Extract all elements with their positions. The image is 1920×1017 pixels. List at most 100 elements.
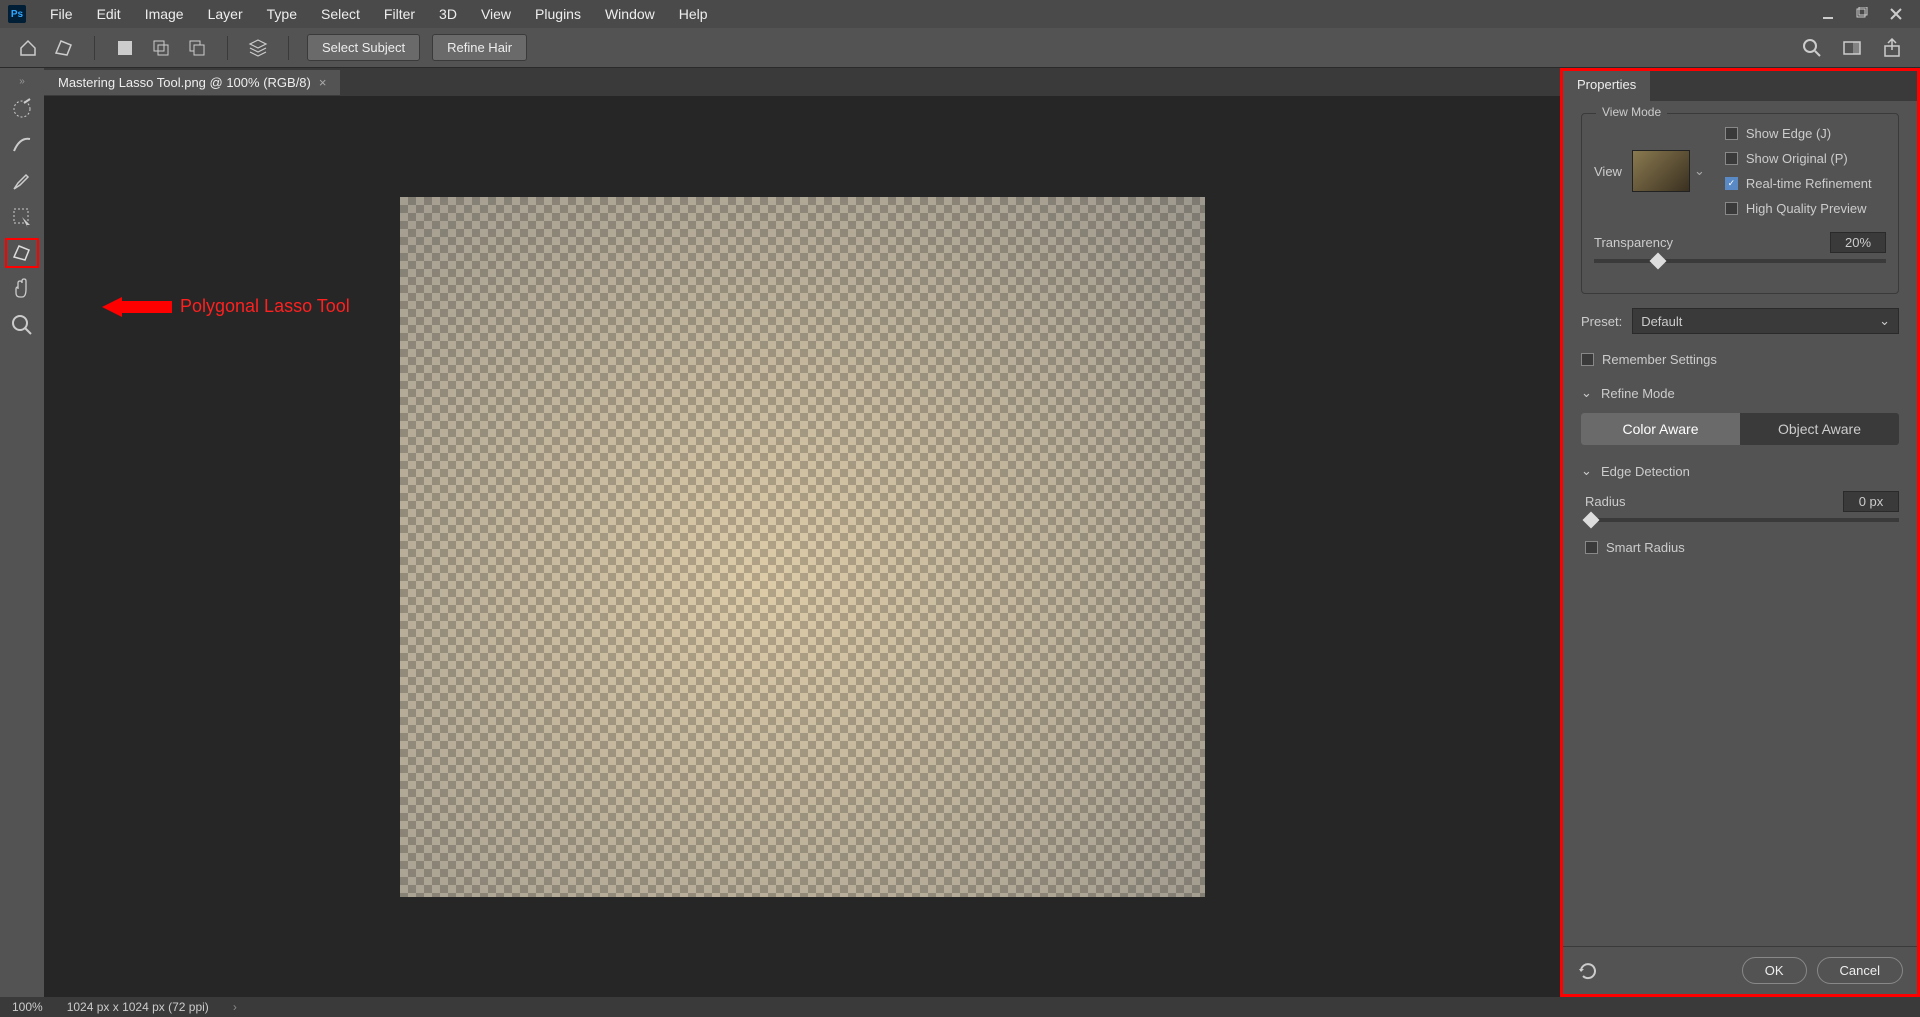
ps-logo: Ps [8,5,26,23]
tools-panel: » [0,68,44,997]
canvas-area: Mastering Lasso Tool.png @ 100% (RGB/8) … [44,68,1560,997]
show-edge-checkbox[interactable]: Show Edge (J) [1725,126,1872,141]
document-tab-title: Mastering Lasso Tool.png @ 100% (RGB/8) [58,75,311,90]
chevron-down-icon: ⌄ [1879,313,1890,329]
select-subject-button[interactable]: Select Subject [307,34,420,61]
close-tab-icon[interactable]: × [319,75,327,90]
remember-label: Remember Settings [1602,352,1717,367]
view-dropdown-icon[interactable]: ⌄ [1694,163,1705,179]
menu-select[interactable]: Select [309,2,372,26]
refine-hair-button[interactable]: Refine Hair [432,34,527,61]
selection-add-icon[interactable] [149,36,173,60]
properties-tab[interactable]: Properties [1563,71,1650,101]
show-edge-label: Show Edge (J) [1746,126,1831,141]
document-dimensions: 1024 px x 1024 px (72 ppi) [67,1000,209,1014]
main-area: » Mastering Lasso Tool.png @ 100% (RGB/8… [0,68,1920,997]
workspace-icon[interactable] [1840,36,1864,60]
cancel-button[interactable]: Cancel [1817,957,1903,984]
home-icon[interactable] [16,36,40,60]
ok-button[interactable]: OK [1742,957,1807,984]
expand-toolbar-icon[interactable]: » [0,74,44,88]
radius-label: Radius [1585,494,1625,509]
hq-preview-checkbox[interactable]: High Quality Preview [1725,201,1872,216]
menu-edit[interactable]: Edit [85,2,133,26]
chevron-down-icon: ⌄ [1581,385,1591,401]
menu-3d[interactable]: 3D [427,2,469,26]
menu-image[interactable]: Image [133,2,196,26]
transparency-slider[interactable] [1594,259,1886,263]
refine-mode-title: Refine Mode [1601,386,1675,401]
slider-thumb-icon[interactable] [1650,253,1667,270]
options-bar: Select Subject Refine Hair [0,28,1920,68]
edge-detection-title: Edge Detection [1601,464,1690,479]
menu-view[interactable]: View [469,2,523,26]
smart-radius-checkbox[interactable]: Smart Radius [1585,540,1899,555]
document-tab[interactable]: Mastering Lasso Tool.png @ 100% (RGB/8) … [44,70,340,95]
refine-brush-tool[interactable] [5,130,39,160]
divider [288,36,289,60]
view-label: View [1594,164,1622,179]
checkbox-icon [1725,152,1738,165]
status-bar: 100% 1024 px x 1024 px (72 ppi) › [0,997,1920,1017]
view-mode-title: View Mode [1596,105,1667,119]
zoom-tool[interactable] [5,310,39,340]
transparency-label: Transparency [1594,235,1673,250]
share-icon[interactable] [1880,36,1904,60]
radius-slider[interactable] [1585,518,1899,522]
divider [94,36,95,60]
checkbox-icon: ✓ [1725,177,1738,190]
properties-panel: Properties View Mode View ⌄ Sho [1560,68,1920,997]
panel-footer: OK Cancel [1563,946,1917,994]
close-button[interactable] [1888,6,1904,22]
canvas-image [400,197,1205,897]
checkbox-icon [1725,127,1738,140]
selection-subtract-icon[interactable] [185,36,209,60]
polygonal-lasso-icon[interactable] [52,36,76,60]
show-original-checkbox[interactable]: Show Original (P) [1725,151,1872,166]
menu-type[interactable]: Type [255,2,309,26]
zoom-level[interactable]: 100% [12,1000,43,1014]
object-aware-button[interactable]: Object Aware [1740,413,1899,445]
radius-value[interactable]: 0 px [1843,491,1899,512]
hq-preview-label: High Quality Preview [1746,201,1867,216]
quick-select-brush-tool[interactable] [5,94,39,124]
menu-filter[interactable]: Filter [372,2,427,26]
preset-select[interactable]: Default ⌄ [1632,308,1899,334]
menu-layer[interactable]: Layer [196,2,255,26]
smart-radius-label: Smart Radius [1606,540,1685,555]
menu-bar: Ps File Edit Image Layer Type Select Fil… [0,0,1920,28]
view-mode-group: View Mode View ⌄ Show Edge (J) [1581,113,1899,294]
brush-tool[interactable] [5,166,39,196]
canvas-viewport[interactable] [44,96,1560,997]
menu-window[interactable]: Window [593,2,667,26]
selection-new-icon[interactable] [113,36,137,60]
sample-layers-icon[interactable] [246,36,270,60]
search-icon[interactable] [1800,36,1824,60]
hand-tool[interactable] [5,274,39,304]
object-select-tool[interactable] [5,202,39,232]
window-controls [1820,6,1912,22]
document-tabs: Mastering Lasso Tool.png @ 100% (RGB/8) … [44,68,1560,96]
checkbox-icon [1581,353,1594,366]
menu-file[interactable]: File [38,2,85,26]
annotation-label: Polygonal Lasso Tool [180,296,350,317]
checkbox-icon [1585,541,1598,554]
edge-detection-header[interactable]: ⌄ Edge Detection [1581,463,1899,479]
view-thumbnail[interactable] [1632,150,1690,192]
color-aware-button[interactable]: Color Aware [1581,413,1740,445]
polygonal-lasso-tool[interactable] [5,238,39,268]
menu-help[interactable]: Help [667,2,720,26]
checkbox-icon [1725,202,1738,215]
reset-icon[interactable] [1577,960,1599,982]
slider-thumb-icon[interactable] [1583,512,1600,529]
transparency-value[interactable]: 20% [1830,232,1886,253]
remember-settings-checkbox[interactable]: Remember Settings [1581,352,1899,367]
menu-plugins[interactable]: Plugins [523,2,593,26]
refine-mode-toggle: Color Aware Object Aware [1581,413,1899,445]
minimize-button[interactable] [1820,6,1836,22]
realtime-refinement-checkbox[interactable]: ✓ Real-time Refinement [1725,176,1872,191]
maximize-button[interactable] [1854,6,1870,22]
refine-mode-header[interactable]: ⌄ Refine Mode [1581,385,1899,401]
status-chevron-icon[interactable]: › [233,1000,237,1014]
image-overlay [400,197,1205,897]
